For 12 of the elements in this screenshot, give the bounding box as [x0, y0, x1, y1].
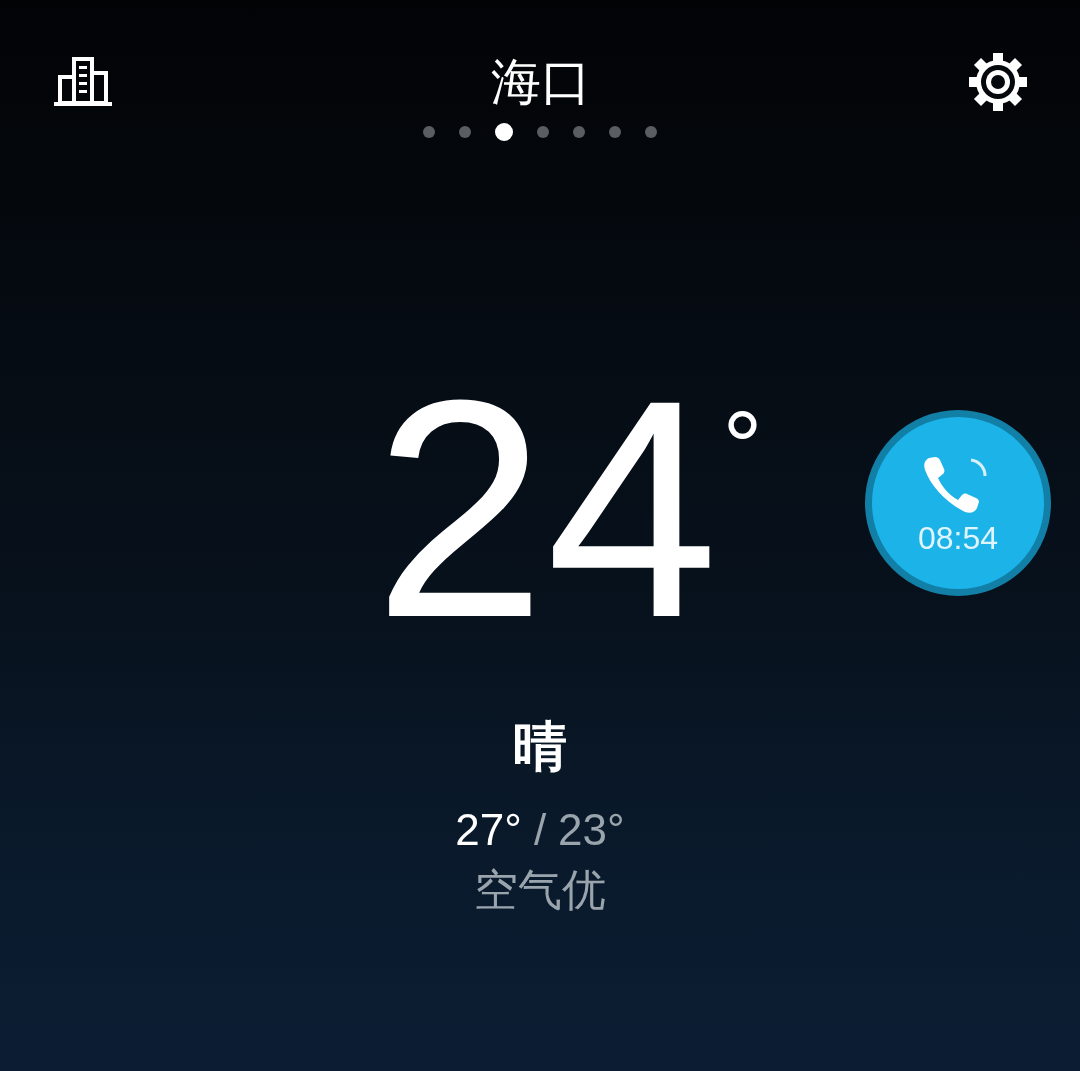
- separator: /: [533, 804, 547, 856]
- city-title: 海口: [491, 53, 591, 112]
- call-bubble[interactable]: 08:54: [865, 410, 1051, 596]
- degree-sign: °: [722, 396, 763, 496]
- settings-icon[interactable]: [968, 52, 1028, 112]
- air-quality: 空气优: [474, 864, 606, 916]
- temperature: 24: [373, 354, 719, 664]
- city-buildings-icon[interactable]: [52, 57, 114, 107]
- high-temperature: 27°: [455, 804, 522, 856]
- weather-condition: 晴: [513, 715, 567, 778]
- low-temperature: 23°: [558, 804, 625, 856]
- call-duration: 08:54: [917, 519, 999, 558]
